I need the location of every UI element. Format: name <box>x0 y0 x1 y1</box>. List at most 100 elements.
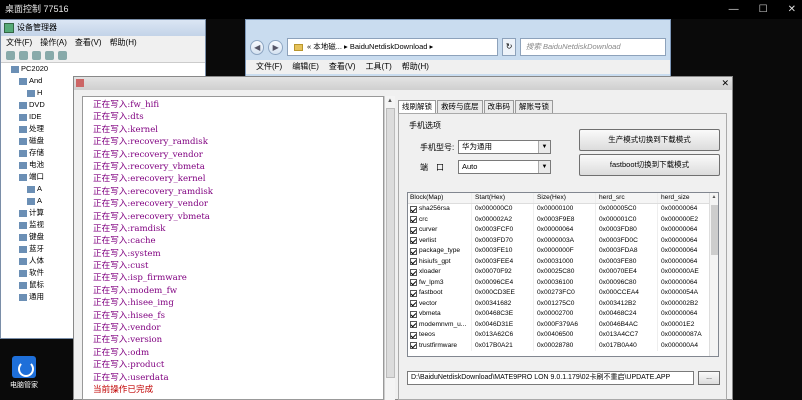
menu-action[interactable]: 操作(A) <box>40 36 67 49</box>
table-row[interactable]: verlist 0x0003FD70 0x0000003A 0x0003FD0C 0x0… <box>408 235 718 247</box>
column-header[interactable]: herd_size <box>657 193 717 203</box>
forward-icon[interactable] <box>19 51 28 60</box>
table-row[interactable]: hisiufs_gpt 0x0003FEE4 0x00031000 0x0003FE8… <box>408 256 718 267</box>
partition-checkbox[interactable] <box>410 258 417 266</box>
flash-log: 正在写入:fw_hifi 正在写入:dts 正在写入:kernel 正在写入:r… <box>82 96 384 400</box>
partition-checkbox[interactable] <box>410 310 417 318</box>
desktop-shortcut[interactable]: 电脑管家 <box>3 356 45 390</box>
partition-name: vbmeta <box>408 309 471 320</box>
partition-table: Block(Map) Start(Hex) Size(Hex) herd_src… <box>407 192 719 357</box>
table-row[interactable]: fw_lpm3 0x00096CE4 0x00036100 0x00096C80 0x0… <box>408 277 718 289</box>
model-select[interactable]: 华为通用 ▼ <box>458 140 551 154</box>
close-icon[interactable]: ✕ <box>788 0 796 19</box>
ide-icon <box>19 113 27 121</box>
partition-checkbox[interactable] <box>410 321 417 329</box>
back-icon[interactable] <box>6 51 15 60</box>
partition-cell: 0x00036100 <box>533 277 595 288</box>
chevron-down-icon[interactable]: ▼ <box>538 141 550 153</box>
menu-edit[interactable]: 编辑(E) <box>292 60 319 74</box>
minimize-icon[interactable]: — <box>729 0 739 19</box>
address-bar[interactable]: « 本地磁... ▸ BaiduNetdiskDownload ▸ <box>286 38 499 56</box>
fastboot-to-download-button[interactable]: fastboot切换到下载模式 <box>579 154 720 176</box>
tab-unbrick[interactable]: 救砖与底层 <box>437 100 483 113</box>
table-row[interactable]: curver 0x0003FCF0 0x00000064 0x0003FD80 0x00… <box>408 225 718 236</box>
menu-help[interactable]: 帮助(H) <box>402 60 429 74</box>
partition-checkbox[interactable] <box>410 342 417 350</box>
column-header[interactable]: Size(Hex) <box>533 193 595 203</box>
partition-checkbox[interactable] <box>410 237 417 245</box>
device-manager-toolbar <box>1 49 205 63</box>
scroll-up-icon[interactable]: ▲ <box>710 193 718 202</box>
menu-view[interactable]: 查看(V) <box>75 36 102 49</box>
table-row[interactable]: package_type 0x0003FE10 0x0000000F 0x0003FD… <box>408 246 718 257</box>
partition-name: verlist <box>408 236 471 247</box>
table-row[interactable]: vbmeta 0x00468C3E 0x00002700 0x00468C24 0x00… <box>408 309 718 320</box>
partition-cell: 0x0003FD0C <box>595 235 657 246</box>
partition-cell: 0x00001E2 <box>657 319 717 330</box>
partition-checkbox[interactable] <box>410 268 417 276</box>
partition-checkbox[interactable] <box>410 205 417 213</box>
partition-cell: 0x00096C80 <box>595 277 657 288</box>
table-scrollbar[interactable]: ▲ <box>709 193 718 356</box>
tab-unlock-account[interactable]: 解账号锁 <box>515 100 553 113</box>
log-scrollbar[interactable]: ▲ <box>384 96 395 400</box>
scroll-thumb[interactable] <box>711 205 718 255</box>
table-row[interactable]: sha256rsa 0x000000C0 0x00000100 0x000005C0 0… <box>408 204 718 215</box>
update-file-path[interactable]: D:\BaiduNetdiskDownload\MATE9PRO LON 9.0… <box>407 371 694 385</box>
partition-cell: 0x00273FC0 <box>533 288 595 299</box>
partition-checkbox[interactable] <box>410 289 417 297</box>
menu-help[interactable]: 帮助(H) <box>110 36 137 49</box>
production-to-download-button[interactable]: 生产模式切换到下载模式 <box>579 129 720 151</box>
model-label: 手机型号: <box>420 143 455 152</box>
pc-manager-icon <box>12 356 36 378</box>
scan-icon[interactable] <box>58 51 67 60</box>
column-header[interactable]: Start(Hex) <box>471 193 533 203</box>
column-header[interactable]: Block(Map) <box>408 193 471 203</box>
partition-name: fw_lpm3 <box>408 278 471 289</box>
partition-checkbox[interactable] <box>410 226 417 234</box>
scroll-thumb[interactable] <box>386 108 395 378</box>
refresh-icon[interactable]: ↻ <box>502 38 516 56</box>
search-input[interactable]: 搜索 BaiduNetdiskDownload <box>519 38 666 56</box>
menu-file[interactable]: 文件(F) <box>256 60 282 74</box>
menu-tools[interactable]: 工具(T) <box>366 60 392 74</box>
table-row[interactable]: teeos 0x013A62C6 0x00406500 0x013A4CC7 0x000… <box>408 330 718 341</box>
flash-tool-titlebar[interactable]: ✕ <box>74 77 732 90</box>
partition-checkbox[interactable] <box>410 247 417 255</box>
menu-file[interactable]: 文件(F) <box>6 36 32 49</box>
properties-icon[interactable] <box>32 51 41 60</box>
log-line: 正在写入:isp_firmware <box>93 273 187 284</box>
port-select[interactable]: Auto ▼ <box>458 160 551 174</box>
menu-view[interactable]: 查看(V) <box>329 60 356 74</box>
partition-checkbox[interactable] <box>410 300 417 308</box>
scroll-up-icon[interactable]: ▲ <box>385 96 395 107</box>
partition-cell: 0x017B0A40 <box>595 340 657 351</box>
partition-checkbox[interactable] <box>410 279 417 287</box>
back-icon[interactable]: ◀ <box>250 39 265 55</box>
partition-checkbox[interactable] <box>410 331 417 339</box>
partition-cell: 0x00000064 <box>657 309 717 320</box>
table-row[interactable]: vector 0x00341682 0x001275C0 0x003412B2 0x00… <box>408 298 718 309</box>
tab-flash-unlock[interactable]: 线刷解锁 <box>398 100 436 113</box>
usb-icon <box>19 293 27 301</box>
device-manager-icon <box>4 23 14 33</box>
forward-icon[interactable]: ▶ <box>268 39 283 55</box>
partition-cell: 0x000000A4 <box>657 340 717 351</box>
close-icon[interactable]: ✕ <box>721 77 729 90</box>
table-row[interactable]: crc 0x000002A2 0x0003F9E8 0x000001C0 0x00000… <box>408 214 718 225</box>
table-row[interactable]: xloader 0x00070F92 0x00025C80 0x00070EE4 0x0… <box>408 267 718 278</box>
table-row[interactable]: modemnvm_u... 0x0046D31E 0x000F379A6 0x0046… <box>408 319 718 330</box>
column-header[interactable]: herd_src <box>595 193 657 203</box>
tree-item[interactable]: PC2020 <box>11 63 205 75</box>
device-manager-titlebar[interactable]: 设备管理器 <box>1 20 205 36</box>
explorer-titlebar[interactable] <box>246 20 670 34</box>
log-line: 正在写入:recovery_vendor <box>93 149 203 160</box>
maximize-icon[interactable]: ☐ <box>759 0 768 19</box>
chevron-down-icon[interactable]: ▼ <box>538 161 550 173</box>
tab-change-imei[interactable]: 改串码 <box>483 100 514 113</box>
browse-button[interactable]: ... <box>698 371 720 385</box>
help-icon[interactable] <box>45 51 54 60</box>
partition-checkbox[interactable] <box>410 216 417 224</box>
table-row[interactable]: trustfirmware 0x017B0A21 0x00028780 0x017B0… <box>408 340 718 351</box>
table-row[interactable]: fastboot 0x000CD3EE 0x00273FC0 0x000CCEA4 0x… <box>408 288 718 299</box>
